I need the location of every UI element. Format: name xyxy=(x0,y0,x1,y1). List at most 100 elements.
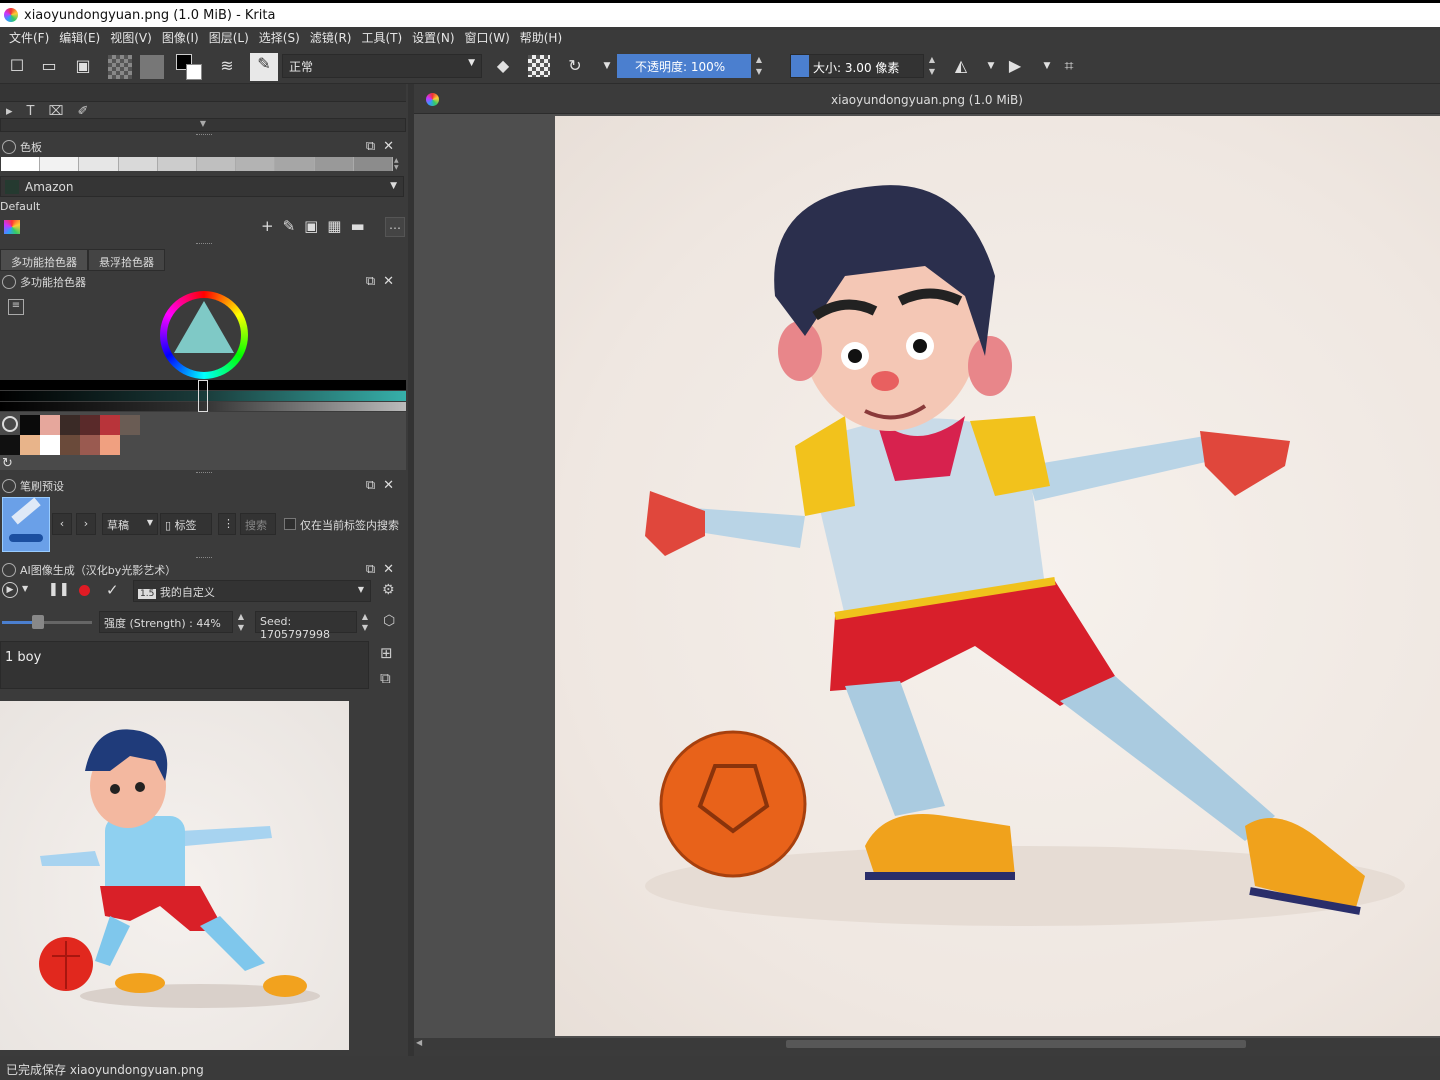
float-close-icons[interactable]: ⧉✕ xyxy=(366,562,402,577)
palette-swatches[interactable] xyxy=(1,157,394,171)
canvas-image[interactable] xyxy=(555,116,1440,1036)
swatch[interactable] xyxy=(353,157,394,171)
recent-color[interactable] xyxy=(80,415,100,435)
add-layer-icon[interactable]: ⧉ xyxy=(380,669,391,687)
search-toggle-icon[interactable]: ⋮ xyxy=(218,513,236,535)
menu-edit[interactable]: 编辑(E) xyxy=(56,29,107,46)
menu-file[interactable]: 文件(F) xyxy=(6,29,56,46)
lock-icon[interactable] xyxy=(2,275,16,289)
palette-grid-icon[interactable] xyxy=(4,220,20,234)
new-document-icon[interactable]: ☐ xyxy=(6,55,28,77)
brush-settings-icon[interactable]: ≋ xyxy=(216,55,238,77)
reload-icon[interactable]: ↻ xyxy=(564,55,586,77)
menu-window[interactable]: 窗口(W) xyxy=(462,29,517,46)
menu-help[interactable]: 帮助(H) xyxy=(517,29,569,46)
tab-popup-color-selector[interactable]: 悬浮拾色器 xyxy=(88,249,165,271)
size-spin-icon[interactable]: ▲ ▼ xyxy=(926,54,938,78)
scrollbar-handle[interactable] xyxy=(786,1040,1246,1048)
chevron-down-icon[interactable]: ▼ xyxy=(22,584,28,593)
mirror-horizontal-icon[interactable]: ◭ xyxy=(950,55,972,77)
swatch[interactable] xyxy=(118,157,158,171)
swatch[interactable] xyxy=(275,157,315,171)
dock-grip[interactable] xyxy=(196,243,212,246)
open-folder-icon[interactable]: ▭ xyxy=(38,55,60,77)
opacity-slider[interactable]: 不透明度: 100% xyxy=(617,54,751,78)
menu-settings[interactable]: 设置(N) xyxy=(409,29,461,46)
recent-color[interactable] xyxy=(20,415,40,435)
size-slider[interactable]: 大小: 3.00 像素 xyxy=(790,54,924,78)
menu-filter[interactable]: 滤镜(R) xyxy=(307,29,359,46)
menu-select[interactable]: 选择(S) xyxy=(256,29,307,46)
pattern-icon[interactable] xyxy=(140,55,164,79)
tag-button[interactable]: ▯ 标签 xyxy=(160,513,212,535)
menu-view[interactable]: 视图(V) xyxy=(107,29,159,46)
brush-search-input[interactable]: 搜索 xyxy=(240,513,276,535)
color-selector-settings-icon[interactable]: ≡ xyxy=(8,299,24,315)
recent-color[interactable] xyxy=(60,415,80,435)
scroll-left-icon[interactable]: ◀ xyxy=(416,1038,422,1047)
float-close-icons[interactable]: ⧉✕ xyxy=(366,139,402,154)
refresh-icon[interactable]: ↻ xyxy=(2,456,13,471)
lock-icon[interactable] xyxy=(2,140,16,154)
recent-color[interactable] xyxy=(40,415,60,435)
collapse-chevron-icon[interactable]: ▼ xyxy=(0,118,406,132)
gradient-icon[interactable] xyxy=(108,55,132,79)
recent-color[interactable] xyxy=(40,435,60,455)
recent-color[interactable] xyxy=(60,435,80,455)
tool-options-icons[interactable]: ▸T⌧✐ xyxy=(6,104,102,119)
menu-tools[interactable]: 工具(T) xyxy=(358,29,409,46)
prompt-textarea[interactable]: 1 boy xyxy=(0,641,369,689)
seed-field[interactable]: Seed: 1705797998 xyxy=(255,611,357,641)
swatch[interactable] xyxy=(40,157,80,171)
strength-field[interactable]: 强度 (Strength) : 44% xyxy=(99,611,233,633)
swatch[interactable] xyxy=(157,157,198,171)
save-icon[interactable]: ▣ xyxy=(72,55,94,77)
swatch[interactable] xyxy=(79,157,119,171)
float-close-icons[interactable]: ⧉✕ xyxy=(366,274,402,289)
fg-bg-color-icon[interactable] xyxy=(176,54,202,80)
menu-image[interactable]: 图像(I) xyxy=(159,29,206,46)
eraser-icon[interactable]: ◆ xyxy=(492,55,514,77)
brush-tag-filter[interactable]: 草稿 ▼ xyxy=(102,513,158,535)
recent-color[interactable] xyxy=(0,435,20,455)
only-current-tag-checkbox[interactable] xyxy=(284,518,296,530)
tab-advanced-color-selector[interactable]: 多功能拾色器 xyxy=(0,249,88,271)
dock-grip[interactable] xyxy=(196,472,212,475)
saturation-value-triangle[interactable] xyxy=(174,301,234,353)
menu-layer[interactable]: 图层(L) xyxy=(206,29,256,46)
swatch[interactable] xyxy=(1,157,41,171)
ai-style-select[interactable]: 1.5 我的自定义 ▼ xyxy=(133,580,371,602)
recent-color[interactable] xyxy=(80,435,100,455)
swatch[interactable] xyxy=(197,157,237,171)
alpha-lock-icon[interactable] xyxy=(528,55,550,77)
brush-preset-thumbnail[interactable] xyxy=(2,497,50,552)
float-close-icons[interactable]: ⧉✕ xyxy=(366,478,402,493)
add-text-layer-icon[interactable]: ⊞ xyxy=(380,644,393,662)
chevron-down-icon[interactable]: ▼ xyxy=(596,55,618,77)
lock-icon[interactable] xyxy=(2,563,16,577)
recent-color[interactable] xyxy=(100,415,120,435)
recent-color[interactable] xyxy=(20,435,40,455)
palette-scroll-icon[interactable]: ▲ ▼ xyxy=(394,157,404,171)
hue-wheel[interactable] xyxy=(160,291,248,379)
palette-action-icons[interactable]: +✎▣▦▬ xyxy=(261,217,374,235)
no-color-icon[interactable] xyxy=(2,416,18,432)
blend-mode-select[interactable]: 正常 ▼ xyxy=(282,54,482,78)
palette-more-button[interactable]: … xyxy=(385,217,405,237)
lock-icon[interactable] xyxy=(2,479,16,493)
chevron-down-icon[interactable]: ▼ xyxy=(1036,55,1058,77)
swatch[interactable] xyxy=(236,157,276,171)
generated-image-preview[interactable] xyxy=(0,701,349,1050)
settings-gear-icon[interactable]: ⚙ xyxy=(382,582,395,598)
brush-preset-icon[interactable]: ✎ xyxy=(250,53,278,81)
seed-spin-icon[interactable]: ▲ ▼ xyxy=(359,611,371,633)
recent-color[interactable] xyxy=(120,415,140,435)
horizontal-scrollbar[interactable]: ◀ xyxy=(414,1038,1440,1050)
random-seed-icon[interactable]: ⬡ xyxy=(383,613,395,629)
crop-icon[interactable]: ⌗ xyxy=(1058,55,1080,77)
recent-color[interactable] xyxy=(100,435,120,455)
pause-icon[interactable]: ❚❚ xyxy=(48,582,70,597)
opacity-spin-icon[interactable]: ▲ ▼ xyxy=(753,54,765,78)
chevron-down-icon[interactable]: ▼ xyxy=(980,55,1002,77)
prev-icon[interactable]: ‹ xyxy=(52,513,72,535)
